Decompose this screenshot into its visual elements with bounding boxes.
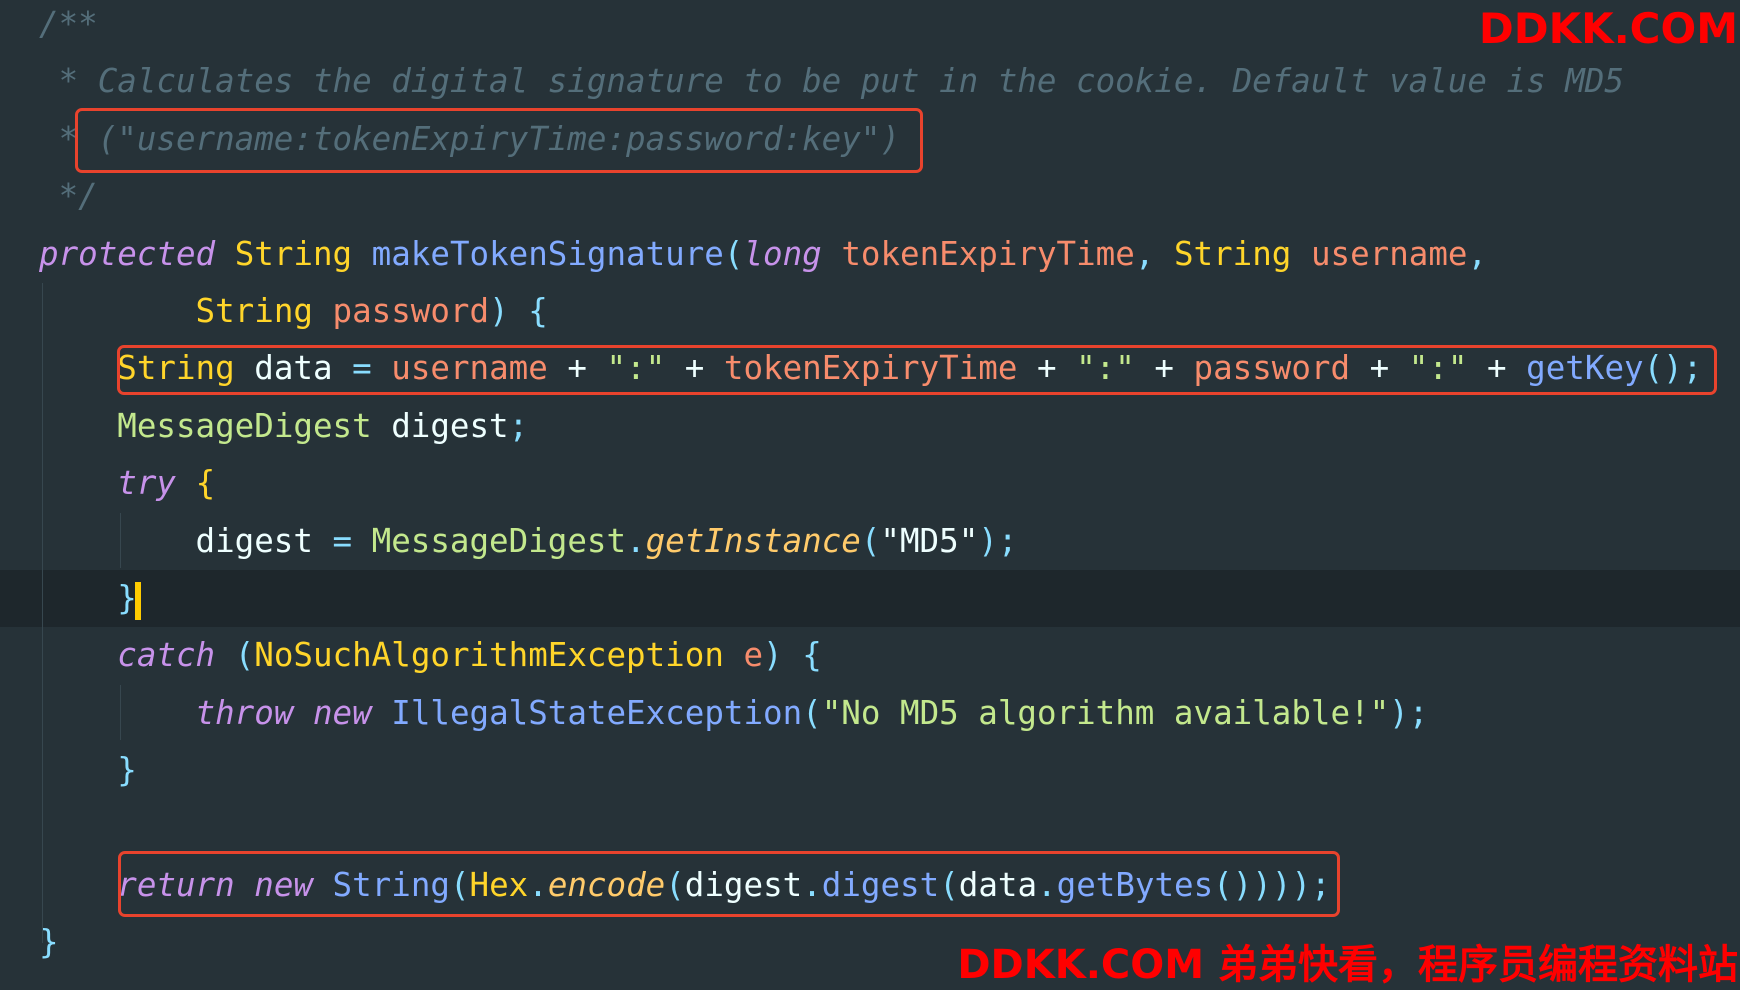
code-line[interactable]: } [0,569,1740,628]
code-line[interactable] [39,799,1702,856]
token-punc: ( [723,234,744,273]
token-comment: * Calculates the digital signature to be… [39,62,1624,101]
token-kw: protected [39,234,216,273]
highlight-box-return-line [118,851,1340,917]
watermark-bottom: DDKK.COM 弟弟快看，程序员编程资料站 [957,942,1738,988]
code-line[interactable]: catch (NoSuchAlgorithmException e) { [39,627,1702,684]
token-punc: = [332,521,353,560]
code-line[interactable]: try { [39,455,1702,512]
token-punc: } [117,578,137,617]
token-param: e [743,636,764,675]
token-punc: ( [860,521,881,560]
token-fni: getInstance [645,521,861,560]
token-param: username [1310,234,1468,273]
code-line[interactable]: * Calculates the digital signature to be… [39,53,1702,110]
code-line[interactable]: digest = MessageDigest.getInstance("MD5"… [39,513,1702,570]
token-kw: long [743,234,822,273]
token-punc: , [1467,234,1488,273]
token-punc: ( [802,693,822,732]
token-comment: */ [39,177,98,216]
token-cls: MessageDigest [117,406,372,445]
highlight-box-comment [75,108,923,173]
token-punc: } [117,751,137,790]
indent-guide [42,283,43,943]
code-line[interactable]: throw new IllegalStateException("No MD5 … [39,685,1702,742]
text-cursor [135,582,141,620]
token-punc: ); [978,521,1018,560]
code-line[interactable]: String password) { [39,283,1702,340]
code-line[interactable]: protected String makeTokenSignature(long… [39,226,1702,283]
token-type: String [1173,234,1292,273]
token-fn: makeTokenSignature [371,234,724,273]
highlight-box-data-line [117,345,1717,395]
token-cls: MessageDigest [371,521,627,560]
code-line[interactable]: */ [39,168,1702,225]
token-kw: throw [195,693,294,732]
token-comment: /** [39,5,98,43]
token-plain: "MD5" [880,521,979,560]
token-punc: ); [1389,693,1429,732]
token-kw: new [312,693,372,732]
token-punc: { [802,636,822,675]
token-type: NoSuchAlgorithmException [254,636,724,675]
token-str: "No MD5 algorithm available!" [821,693,1390,732]
code-line[interactable]: /** [39,0,1702,53]
token-type: String [195,291,313,330]
token-kw: try [117,464,176,503]
token-type: String [234,234,353,273]
token-punc: { [528,291,548,330]
token-punc: ) [763,636,783,675]
current-line-highlight [0,569,1740,628]
token-plain: digest [39,521,333,560]
token-param: tokenExpiryTime [841,234,1135,273]
token-punc: . [626,521,646,560]
token-punc: , [1134,234,1155,273]
token-punc: ( [234,636,255,675]
token-fn: IllegalStateException [391,693,803,732]
indent-guide [120,685,121,740]
token-kw: catch [117,636,216,675]
token-punc: ) [489,291,509,330]
token-plain: digest [371,406,509,445]
watermark-top: DDKK.COM [1478,4,1738,53]
code-line[interactable]: MessageDigest digest; [39,398,1702,455]
token-punc: ; [508,406,529,445]
indent-guide [120,513,121,568]
token-param: password [332,291,490,330]
code-line[interactable]: } [39,742,1702,799]
token-type: { [195,464,216,503]
